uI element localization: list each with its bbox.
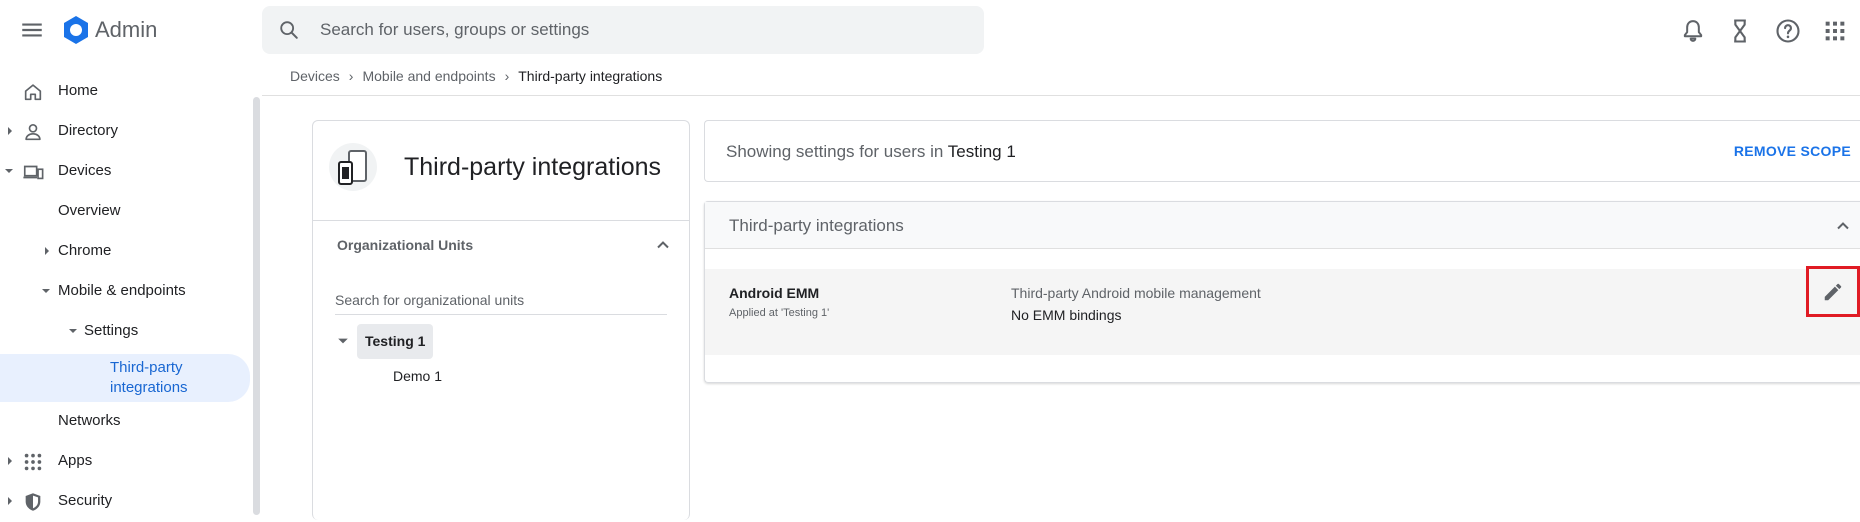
expand-arrow-icon[interactable] xyxy=(5,126,15,136)
sidebar-item-label: Overview xyxy=(58,202,121,219)
search-bar[interactable] xyxy=(262,6,984,54)
panel-header[interactable]: Third-party integrations xyxy=(705,202,1860,249)
sidebar-item-label: Devices xyxy=(58,162,112,179)
sidebar: Home Directory Devices Overview Chrome M… xyxy=(0,72,262,515)
sidebar-item-third-party-integrations[interactable]: Third-party integrations xyxy=(0,354,250,402)
sidebar-item-apps[interactable]: Apps xyxy=(0,442,250,482)
page-title: Third-party integrations xyxy=(404,153,662,181)
chevron-up-icon[interactable] xyxy=(1833,216,1853,236)
sidebar-item-settings[interactable]: Settings xyxy=(0,312,250,352)
mobile-devices-icon xyxy=(329,143,377,191)
sidebar-item-label: Networks xyxy=(58,412,121,429)
app-name[interactable]: Admin xyxy=(95,17,157,43)
sidebar-item-label: Security xyxy=(58,492,113,509)
sidebar-item-label: Settings xyxy=(84,322,139,339)
setting-name: Android EMM xyxy=(729,285,820,301)
sidebar-item-networks[interactable]: Networks xyxy=(0,402,250,442)
bell-icon[interactable] xyxy=(1679,17,1707,45)
chevron-right-icon: › xyxy=(504,68,510,84)
devices-icon xyxy=(22,161,44,183)
apps-icon xyxy=(22,451,44,473)
setting-row-android-emm[interactable]: Android EMM Applied at 'Testing 1' Third… xyxy=(705,269,1860,355)
home-icon xyxy=(22,81,44,103)
ou-search-input[interactable] xyxy=(335,285,667,315)
search-icon xyxy=(278,19,300,41)
sidebar-item-label: Chrome xyxy=(58,242,112,259)
collapse-arrow-icon[interactable] xyxy=(337,335,349,347)
breadcrumb-current: Third-party integrations xyxy=(518,68,663,84)
apps-grid-icon[interactable] xyxy=(1821,17,1849,45)
scope-ou: Testing 1 xyxy=(947,142,1016,161)
sidebar-item-label: Apps xyxy=(58,452,93,469)
collapse-arrow-icon[interactable] xyxy=(41,286,51,296)
top-bar: Admin xyxy=(0,0,1860,60)
sidebar-item-mobile-endpoints[interactable]: Mobile & endpoints xyxy=(0,272,250,312)
shield-icon xyxy=(22,491,44,513)
setting-applied: Applied at 'Testing 1' xyxy=(729,307,830,319)
setting-description: Third-party Android mobile management xyxy=(1011,285,1261,301)
ou-tree-node-testing-1[interactable]: Testing 1 xyxy=(357,324,434,359)
sidebar-item-devices[interactable]: Devices xyxy=(0,152,250,192)
sidebar-item-directory[interactable]: Directory xyxy=(0,112,250,152)
expand-arrow-icon[interactable] xyxy=(42,246,52,256)
collapse-arrow-icon[interactable] xyxy=(68,326,78,336)
help-icon[interactable] xyxy=(1774,17,1802,45)
breadcrumb-devices[interactable]: Devices xyxy=(290,68,340,84)
scope-prefix: Showing settings for users in xyxy=(726,142,944,161)
header-divider xyxy=(262,95,1860,96)
sidebar-item-label: Directory xyxy=(58,122,119,139)
scope-text: Showing settings for users in Testing 1 xyxy=(726,142,1016,162)
sidebar-item-label: Mobile & endpoints xyxy=(58,282,186,299)
card-divider xyxy=(313,220,689,221)
edit-setting-button[interactable] xyxy=(1806,266,1860,317)
sidebar-item-security[interactable]: Security xyxy=(0,482,250,522)
settings-panel: Third-party integrations Android EMM App… xyxy=(704,201,1860,383)
menu-icon[interactable] xyxy=(19,17,45,43)
breadcrumb-mobile-and-endpoints[interactable]: Mobile and endpoints xyxy=(362,68,495,84)
pencil-icon xyxy=(1824,283,1842,301)
sidebar-item-label: Home xyxy=(58,82,99,99)
search-input[interactable] xyxy=(318,6,958,54)
sidebar-item-home[interactable]: Home xyxy=(0,72,250,112)
scope-bar: Showing settings for users in Testing 1 … xyxy=(704,120,1860,182)
collapse-arrow-icon[interactable] xyxy=(4,166,14,176)
hourglass-icon[interactable] xyxy=(1726,17,1754,45)
breadcrumb: Devices › Mobile and endpoints › Third-party… xyxy=(290,68,662,84)
expand-arrow-icon[interactable] xyxy=(5,496,15,506)
sidebar-scrollbar[interactable] xyxy=(253,97,260,515)
ou-card: Third-party integrations Organizational … xyxy=(312,120,690,520)
sidebar-item-label: Third-party integrations xyxy=(110,359,188,396)
chevron-right-icon: › xyxy=(348,68,354,84)
sidebar-item-overview[interactable]: Overview xyxy=(0,192,250,232)
chevron-up-icon[interactable] xyxy=(653,235,673,255)
ou-heading: Organizational Units xyxy=(337,237,474,253)
admin-logo-icon[interactable] xyxy=(60,14,92,46)
sidebar-item-chrome[interactable]: Chrome xyxy=(0,232,250,272)
panel-title: Third-party integrations xyxy=(729,216,904,235)
remove-scope-button[interactable]: REMOVE SCOPE xyxy=(1734,143,1851,159)
ou-tree-node-demo-1[interactable]: Demo 1 xyxy=(393,366,442,386)
setting-value: No EMM bindings xyxy=(1011,307,1122,323)
person-icon xyxy=(22,121,44,143)
expand-arrow-icon[interactable] xyxy=(5,456,15,466)
